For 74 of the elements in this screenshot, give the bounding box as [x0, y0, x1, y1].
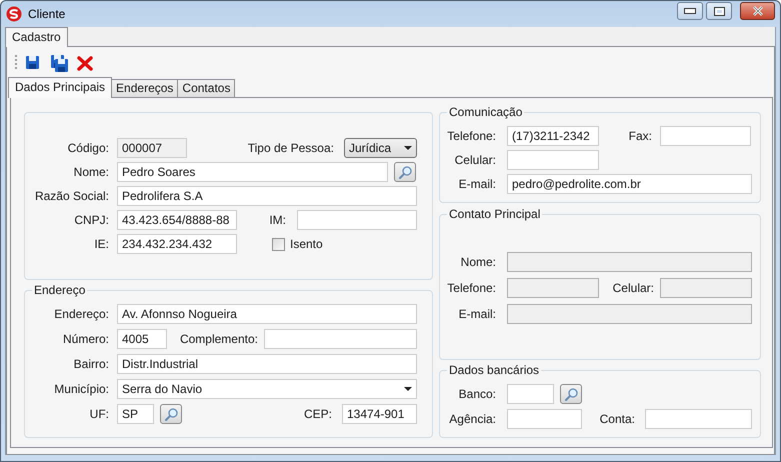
- input-field[interactable]: [507, 384, 554, 404]
- field-label: IE:: [93, 236, 109, 253]
- field-label: IM:: [268, 212, 286, 229]
- app-logo-icon: [6, 6, 22, 22]
- input-field[interactable]: [507, 150, 599, 170]
- input-field[interactable]: [660, 126, 751, 146]
- two-floppy-disks-icon[interactable]: [51, 54, 68, 72]
- field-label: E-mail:: [458, 176, 496, 193]
- dropdown[interactable]: Serra do Navio: [117, 379, 417, 399]
- checkbox-label: Isento: [290, 236, 323, 253]
- field-label: Conta:: [599, 411, 635, 428]
- caret-icon: [404, 387, 412, 391]
- group-title: Comunicação: [447, 105, 524, 119]
- field-label: E-mail:: [458, 306, 496, 323]
- field-label: Bairro:: [72, 356, 109, 373]
- field-label: Celular:: [612, 280, 654, 297]
- input-field[interactable]: pedro@pedrolite.com.br: [507, 174, 752, 194]
- close-icon: [752, 6, 764, 16]
- field-label: Banco:: [458, 386, 496, 403]
- input-field[interactable]: 13474-901: [342, 404, 417, 424]
- minimize-icon: [684, 8, 696, 14]
- field-label: Tipo de Pessoa:: [246, 140, 334, 157]
- input-field[interactable]: 234.432.234.432: [117, 234, 237, 254]
- window-title: Cliente: [28, 7, 66, 21]
- input-field[interactable]: [645, 409, 752, 429]
- field-label: Fax:: [628, 128, 652, 145]
- input-field[interactable]: [264, 329, 417, 349]
- search-icon: [564, 387, 578, 401]
- search-button[interactable]: [560, 384, 582, 404]
- cancel-icon[interactable]: [77, 54, 94, 72]
- grip-icon: [15, 54, 18, 72]
- caret-icon: [404, 146, 412, 150]
- input-field[interactable]: 4005: [117, 329, 167, 349]
- field-label: CNPJ:: [73, 212, 109, 229]
- maximize-icon: [714, 6, 724, 16]
- group-title: Dados bancários: [447, 363, 542, 377]
- field-label: Agência:: [448, 411, 496, 428]
- input-field[interactable]: [507, 409, 582, 429]
- input-field[interactable]: (17)3211-2342: [507, 126, 599, 146]
- field-label: Complemento:: [178, 331, 258, 348]
- close-button[interactable]: [740, 2, 775, 20]
- field-label: Número:: [62, 331, 109, 348]
- search-button[interactable]: [394, 162, 416, 182]
- tab[interactable]: Endereços: [111, 79, 178, 97]
- field-label: Telefone:: [446, 280, 496, 297]
- field-label: Município:: [53, 381, 109, 398]
- field-label: Celular:: [454, 152, 496, 169]
- input-field[interactable]: Pedrolifera S.A: [117, 186, 417, 206]
- field-label: Nome:: [460, 254, 496, 271]
- group-title: Endereço: [32, 283, 88, 297]
- field-label: Código:: [66, 140, 109, 157]
- field-label: Endereço:: [53, 306, 109, 323]
- search-icon: [164, 407, 178, 421]
- field-label: CEP:: [302, 406, 332, 423]
- minimize-button[interactable]: [677, 2, 703, 20]
- input-field[interactable]: [297, 210, 417, 230]
- tab[interactable]: Cadastro: [5, 27, 68, 47]
- input-field[interactable]: SP: [117, 404, 154, 424]
- field-label: UF:: [88, 406, 109, 423]
- field-label: Razão Social:: [34, 188, 109, 205]
- search-icon: [398, 165, 412, 179]
- field-label: Nome:: [72, 164, 109, 181]
- checkbox[interactable]: [272, 238, 285, 250]
- input-field[interactable]: 43.423.654/8888-88: [117, 210, 237, 230]
- input-field[interactable]: Pedro Soares: [117, 162, 388, 182]
- input-field[interactable]: Distr.Industrial: [117, 354, 417, 374]
- input-field[interactable]: Av. Afonnso Nogueira: [117, 304, 417, 324]
- field-label: Telefone:: [446, 128, 496, 145]
- group-title: Contato Principal: [447, 207, 542, 221]
- tab[interactable]: Dados Principais: [8, 77, 112, 98]
- maximize-button[interactable]: [706, 2, 732, 20]
- dropdown[interactable]: Jurídica: [344, 138, 417, 158]
- tab[interactable]: Contatos: [177, 79, 236, 97]
- search-button[interactable]: [160, 404, 182, 424]
